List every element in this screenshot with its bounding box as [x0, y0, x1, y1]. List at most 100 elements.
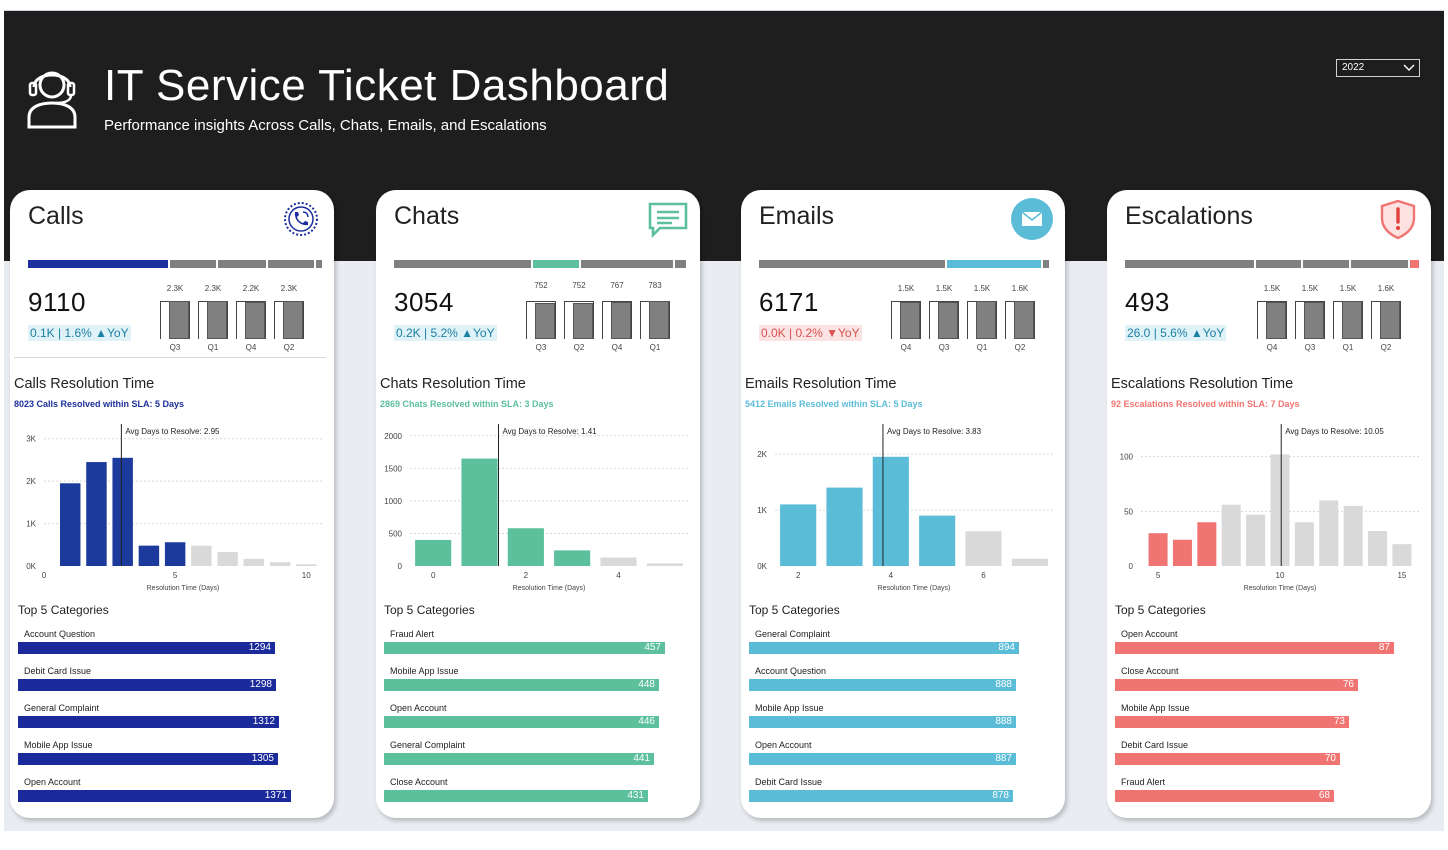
category-bar[interactable]: 878	[749, 790, 1013, 802]
category-value: 70	[1324, 753, 1336, 764]
emails-yoy-change: 0.0K | 0.2% ▼YoY	[759, 325, 862, 341]
y-tick-label: 500	[389, 529, 403, 538]
quarter-value: 767	[610, 281, 624, 290]
histogram-bar	[1319, 500, 1339, 566]
quarter-bar-fill	[573, 303, 593, 339]
histogram-bar	[164, 542, 186, 566]
category-bar[interactable]: 1298	[18, 679, 276, 691]
quarter-bar	[160, 301, 190, 339]
y-tick-label: 0K	[757, 562, 767, 571]
category-bar[interactable]: 888	[749, 716, 1016, 728]
x-tick-label: 10	[1276, 571, 1285, 580]
calls-resolution-histogram: 0K 1K 2K 3K 0 5 10 Resolution Time (Days) Avg Da…	[26, 424, 322, 592]
histogram-bar	[1172, 539, 1192, 566]
calls-card: Calls 9110 0.1K | 1.6% ▲YoY 2.3K Q3 2.3K Q1 2.2…	[10, 190, 334, 818]
page-title: IT Service Ticket Dashboard	[104, 61, 670, 110]
year-dropdown-value: 2022	[1342, 62, 1365, 73]
quarter-label: Q4	[245, 343, 257, 352]
y-tick-label: 0	[1129, 562, 1134, 571]
quarter-value: 1.6K	[1011, 284, 1029, 293]
chats-card-title: Chats	[394, 202, 460, 230]
quarter-bar	[967, 301, 997, 339]
quarter-bar-fill	[1342, 301, 1362, 339]
quarter-label: Q3	[1304, 343, 1316, 352]
x-tick-label: 10	[302, 571, 311, 580]
category-bar[interactable]: 1371	[18, 790, 291, 802]
category-value: 68	[1318, 790, 1330, 801]
category-bar[interactable]: 894	[749, 642, 1019, 654]
histogram-bar	[554, 550, 591, 566]
histogram-bar	[1392, 544, 1412, 566]
calls-total-count: 9110	[28, 287, 86, 317]
category-value: 73	[1333, 716, 1345, 727]
chats-resolution-title: Chats Resolution Time	[380, 376, 526, 392]
histogram-bar	[138, 545, 160, 566]
quarter-value: 1.5K	[973, 284, 991, 293]
quarter-value: 1.5K	[1339, 284, 1357, 293]
quarter-label: Q1	[207, 343, 219, 352]
histogram-bar	[600, 557, 637, 566]
category-bar[interactable]: 70	[1115, 753, 1340, 765]
quarter-value: 1.6K	[1377, 284, 1395, 293]
quarter-bar	[929, 301, 959, 339]
histogram-bar	[86, 462, 107, 566]
quarter-value: 752	[572, 281, 586, 290]
quarter-value: 1.5K	[935, 284, 953, 293]
category-value: 1312	[252, 716, 275, 727]
histogram-bar	[646, 563, 683, 566]
year-dropdown[interactable]: 2022	[1336, 59, 1420, 77]
avg-days-label: Avg Days to Resolve: 1.41	[502, 427, 597, 436]
category-value: 878	[992, 790, 1009, 801]
x-tick-label: 5	[173, 571, 178, 580]
category-bar[interactable]: 1305	[18, 753, 278, 765]
category-value: 1371	[264, 790, 287, 801]
category-bar[interactable]: 887	[749, 753, 1016, 765]
category-label: Mobile App Issue	[755, 703, 824, 713]
y-tick-label: 2K	[26, 477, 36, 486]
category-label: Open Account	[1121, 629, 1178, 639]
escalations-top5-title: Top 5 Categories	[1115, 603, 1206, 617]
category-bar[interactable]: 68	[1115, 790, 1334, 802]
category-value: 887	[995, 753, 1012, 764]
category-label: Open Account	[755, 740, 812, 750]
quarter-bar-fill	[535, 303, 555, 339]
quarter-bar-fill	[938, 302, 958, 339]
category-value: 431	[627, 790, 644, 801]
quarter-bar	[1257, 301, 1287, 339]
x-tick-label: 15	[1397, 571, 1406, 580]
category-bar[interactable]: 1294	[18, 642, 275, 654]
quarter-bar	[526, 301, 556, 339]
emails-resolution-title: Emails Resolution Time	[745, 376, 897, 392]
category-bar[interactable]: 1312	[18, 716, 279, 728]
y-tick-label: 0	[398, 562, 403, 571]
quarter-label: Q4	[900, 343, 912, 352]
quarter-bar-fill	[1380, 301, 1400, 339]
category-bar[interactable]: 446	[384, 716, 659, 728]
emails-top5-title: Top 5 Categories	[749, 603, 840, 617]
category-bar[interactable]: 457	[384, 642, 665, 654]
calls-resolution-title: Calls Resolution Time	[14, 376, 155, 392]
emails-card-title: Emails	[759, 202, 835, 230]
category-bar[interactable]: 76	[1115, 679, 1358, 691]
category-bar[interactable]: 431	[384, 790, 648, 802]
emails-card: Emails 6171 0.0K | 0.2% ▼YoY 1.5K Q4 1.5K Q3 1.…	[741, 190, 1065, 818]
support-agent-icon	[27, 71, 77, 129]
category-bar[interactable]: 448	[384, 679, 659, 691]
category-value: 1294	[248, 642, 271, 653]
share-bar-segment	[1303, 260, 1350, 268]
share-bar-segment	[1351, 260, 1409, 268]
quarter-label: Q4	[1266, 343, 1278, 352]
category-bar[interactable]: 441	[384, 753, 654, 765]
chat-icon	[648, 202, 688, 239]
category-label: Close Account	[1121, 666, 1179, 676]
calls-card-title: Calls	[28, 202, 84, 230]
category-bar[interactable]: 87	[1115, 642, 1394, 654]
category-bar[interactable]: 73	[1115, 716, 1349, 728]
histogram-bar	[217, 552, 238, 566]
histogram-bar	[780, 504, 817, 566]
category-label: General Complaint	[24, 703, 100, 713]
x-axis-label: Resolution Time (Days)	[513, 585, 586, 592]
quarter-bar-fill	[900, 302, 920, 339]
category-bar[interactable]: 888	[749, 679, 1016, 691]
histogram-bar	[1246, 514, 1266, 566]
